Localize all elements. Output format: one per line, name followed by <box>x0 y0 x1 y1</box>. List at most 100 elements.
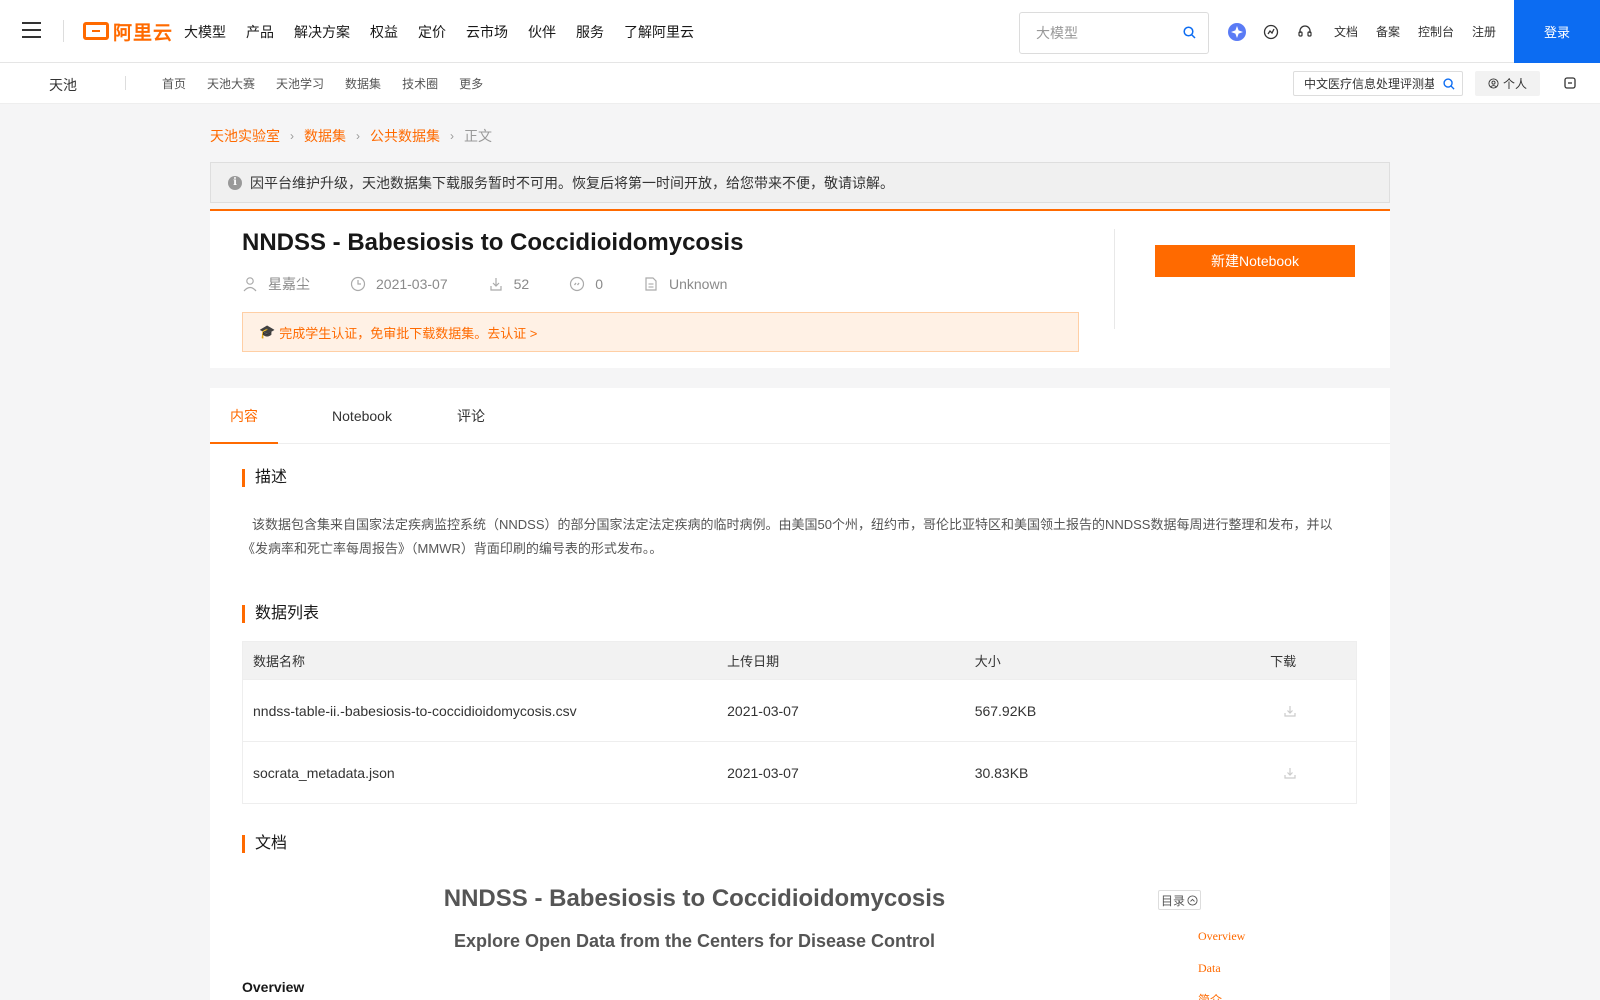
logo-text: 阿里云 <box>113 22 174 44</box>
breadcrumb-lab[interactable]: 天池实验室 <box>210 126 280 146</box>
publish-date: 2021-03-07 <box>376 276 448 292</box>
ai-assistant-icon[interactable] <box>1227 22 1247 42</box>
link-console[interactable]: 控制台 <box>1418 23 1454 40</box>
tab-content[interactable]: 内容 <box>210 388 278 445</box>
table-header: 数据名称 上传日期 大小 下载 <box>243 642 1356 679</box>
explore-icon[interactable] <box>1261 22 1281 42</box>
content-tabs: 内容 Notebook 评论 <box>210 388 1390 445</box>
download-icon <box>1284 705 1296 717</box>
divider <box>1114 229 1115 329</box>
link-filing[interactable]: 备案 <box>1376 23 1400 40</box>
header-name: 数据名称 <box>253 654 306 669</box>
tianchi-brand[interactable]: 天池 <box>49 75 77 95</box>
nav-marketplace[interactable]: 云市场 <box>466 22 508 42</box>
top-links: 文档 备案 控制台 注册 <box>1334 0 1514 63</box>
header-download: 下载 <box>1270 654 1297 669</box>
top-icon-group <box>1227 0 1329 63</box>
sub-nav: 首页 天池大赛 天池学习 数据集 技术圈 更多 <box>162 63 504 104</box>
quote-icon <box>570 276 585 292</box>
nav-pricing[interactable]: 定价 <box>418 22 446 42</box>
top-search-input[interactable] <box>1020 13 1170 53</box>
file-date: 2021-03-07 <box>727 702 799 719</box>
toc-toggle-button[interactable]: 目录 <box>1158 890 1201 910</box>
divider <box>125 76 126 90</box>
graduation-cap-icon: 🎓 <box>259 324 276 339</box>
chevron-right-icon: › <box>450 129 454 143</box>
download-button[interactable] <box>1270 766 1356 780</box>
aliyun-logo[interactable]: 阿里云 <box>83 19 174 44</box>
description-text: 该数据包含集来自国家法定疾病监控系统（NNDSS）的部分国家法定法定疾病的临时病… <box>242 517 1333 556</box>
student-verification-banner[interactable]: 🎓 完成学生认证，免审批下载数据集。去认证 > <box>242 312 1079 352</box>
download-button[interactable] <box>1270 704 1356 718</box>
subnav-home[interactable]: 首页 <box>162 75 186 92</box>
license-value: Unknown <box>669 276 728 292</box>
info-icon: i <box>228 175 242 190</box>
personal-label: 个人 <box>1502 77 1527 91</box>
dataset-title: NNDSS - Babesiosis to Coccidioidomycosis <box>242 229 744 256</box>
subnav-learning[interactable]: 天池学习 <box>276 75 324 92</box>
tianchi-subnav: 天池 首页 天池大赛 天池学习 数据集 技术圈 更多 个人 <box>0 63 1600 104</box>
tab-comments[interactable]: 评论 <box>456 388 486 444</box>
clock-icon <box>350 276 366 292</box>
nav-solutions[interactable]: 解决方案 <box>294 22 350 42</box>
meta-citations: 0 <box>569 276 603 292</box>
top-navbar: 阿里云 大模型 产品 解决方案 权益 定价 云市场 伙伴 服务 了解阿里云 文档… <box>0 0 1600 63</box>
download-icon <box>1284 767 1296 779</box>
tab-notebook[interactable]: Notebook <box>327 388 397 444</box>
breadcrumb: 天池实验室 › 数据集 › 公共数据集 › 正文 <box>210 126 492 146</box>
main-nav: 大模型 产品 解决方案 权益 定价 云市场 伙伴 服务 了解阿里云 <box>184 0 714 63</box>
subnav-tech-circle[interactable]: 技术圈 <box>402 75 438 92</box>
toc-item-overview[interactable]: Overview <box>1198 928 1245 960</box>
meta-author: 星嘉尘 <box>242 274 310 294</box>
header-date: 上传日期 <box>727 654 780 669</box>
user-circle-icon <box>1488 78 1499 89</box>
toc-list: Overview Data 简介 <box>1198 928 1245 1000</box>
file-date: 2021-03-07 <box>727 764 799 781</box>
toc-item-intro[interactable]: 简介 <box>1198 992 1245 1000</box>
edu-banner-text: 完成学生认证，免审批下载数据集。去认证 > <box>279 325 538 341</box>
section-title-description: 描述 <box>242 469 287 487</box>
subnav-datasets[interactable]: 数据集 <box>345 75 381 92</box>
nav-partners[interactable]: 伙伴 <box>528 22 556 42</box>
content-panel: 描述 该数据包含集来自国家法定疾病监控系统（NNDSS）的部分国家法定法定疾病的… <box>210 444 1390 1000</box>
login-button[interactable]: 登录 <box>1514 0 1600 63</box>
link-docs[interactable]: 文档 <box>1334 23 1358 40</box>
table-row: socrata_metadata.json 2021-03-07 30.83KB <box>243 741 1356 803</box>
nav-benefits[interactable]: 权益 <box>370 22 398 42</box>
chevron-right-icon: › <box>290 129 294 143</box>
download-count-icon <box>490 278 502 291</box>
breadcrumb-datasets[interactable]: 数据集 <box>304 126 346 146</box>
switch-icon[interactable] <box>1563 76 1577 93</box>
download-count: 52 <box>513 276 530 292</box>
doc-heading-title: NNDSS - Babesiosis to Coccidioidomycosis <box>443 885 946 912</box>
meta-date: 2021-03-07 <box>350 276 448 292</box>
search-icon[interactable] <box>1183 26 1196 42</box>
breadcrumb-current: 正文 <box>464 128 492 144</box>
breadcrumb-public-datasets[interactable]: 公共数据集 <box>370 126 440 146</box>
subnav-more[interactable]: 更多 <box>459 75 483 92</box>
nav-products[interactable]: 产品 <box>246 22 274 42</box>
doc-heading-subtitle: Explore Open Data from the Centers for D… <box>453 931 936 951</box>
nav-llm[interactable]: 大模型 <box>184 22 226 42</box>
file-name: socrata_metadata.json <box>253 764 395 781</box>
nav-about[interactable]: 了解阿里云 <box>624 22 694 42</box>
dataset-meta: 星嘉尘 2021-03-07 52 0 Unknown <box>242 274 767 294</box>
notice-text: 因平台维护升级，天池数据集下载服务暂时不可用。恢复后将第一时间开放，给您带来不便… <box>250 174 894 191</box>
search-icon[interactable] <box>1443 77 1455 93</box>
toc-item-data[interactable]: Data <box>1198 960 1245 992</box>
link-register[interactable]: 注册 <box>1472 23 1496 40</box>
subnav-competitions[interactable]: 天池大赛 <box>207 75 255 92</box>
file-size: 567.92KB <box>974 702 1037 719</box>
chevron-right-icon: › <box>356 129 360 143</box>
chevron-up-circle-icon <box>1187 894 1198 906</box>
author-name: 星嘉尘 <box>268 276 310 292</box>
citation-count: 0 <box>595 276 603 292</box>
file-name: nndss-table-ii.-babesiosis-to-coccidioid… <box>253 702 577 719</box>
hamburger-menu-icon[interactable] <box>22 22 41 38</box>
headset-support-icon[interactable] <box>1295 22 1315 42</box>
top-search-box <box>1019 12 1209 54</box>
new-notebook-button[interactable]: 新建Notebook <box>1155 245 1355 277</box>
personal-button[interactable]: 个人 <box>1475 71 1540 96</box>
sub-search-input[interactable] <box>1294 72 1434 95</box>
nav-services[interactable]: 服务 <box>576 22 604 42</box>
